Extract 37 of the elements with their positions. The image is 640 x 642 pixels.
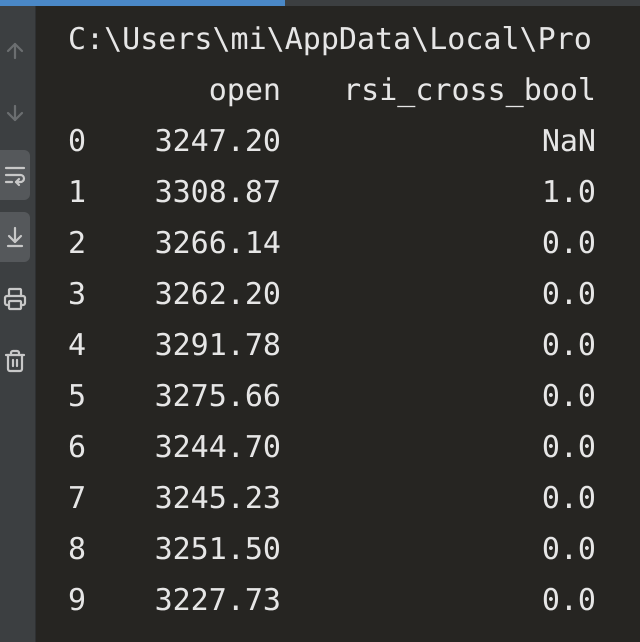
table-cell-text: 3244.70 [154, 429, 281, 467]
table-cell-text: 3266.14 [154, 225, 281, 263]
column-header: rsi_cross_bool [343, 72, 596, 110]
row-index: 5 [68, 378, 86, 416]
table-cell-text: 3291.78 [154, 327, 281, 365]
console-path: C:\Users\mi\AppData\Local\Pro [68, 21, 592, 59]
row-index: 1 [68, 174, 86, 212]
row-index: 4 [68, 327, 86, 365]
table-cell-text: 0.0 [542, 480, 596, 518]
table-cell-text: 3308.87 [154, 174, 281, 212]
table-cell-text: 3245.23 [154, 480, 281, 518]
row-index: 6 [68, 429, 86, 467]
table-cell-text: 1.0 [542, 174, 596, 212]
table-cell-text: 0.0 [542, 276, 596, 314]
column-header: open [208, 72, 281, 110]
row-index: 8 [68, 531, 86, 569]
table-cell-text: 0.0 [542, 429, 596, 467]
row-index: 0 [68, 123, 86, 161]
table-cell-text: 3275.66 [154, 378, 281, 416]
row-index: 9 [68, 582, 86, 620]
row-index: 2 [68, 225, 86, 263]
printer-icon [3, 287, 27, 311]
table-cell-text: 3227.73 [154, 582, 281, 620]
table-cell-text: NaN [542, 123, 596, 161]
table-cell-text: 0.0 [542, 378, 596, 416]
trash-icon [3, 349, 27, 373]
table-cell-text: 3262.20 [154, 276, 281, 314]
table-cell-text: 0.0 [542, 327, 596, 365]
row-index: 7 [68, 480, 86, 518]
row-index: 3 [68, 276, 86, 314]
table-cell-text: 0.0 [542, 582, 596, 620]
table-cell-text: 3251.50 [154, 531, 281, 569]
arrow-down-to-line-button[interactable] [0, 212, 30, 262]
table-cell-text: 3247.20 [154, 123, 281, 161]
table-cell-text: 0.0 [542, 225, 596, 263]
wrap-text-button[interactable] [0, 150, 30, 200]
table-cell-text: 0.0 [542, 531, 596, 569]
